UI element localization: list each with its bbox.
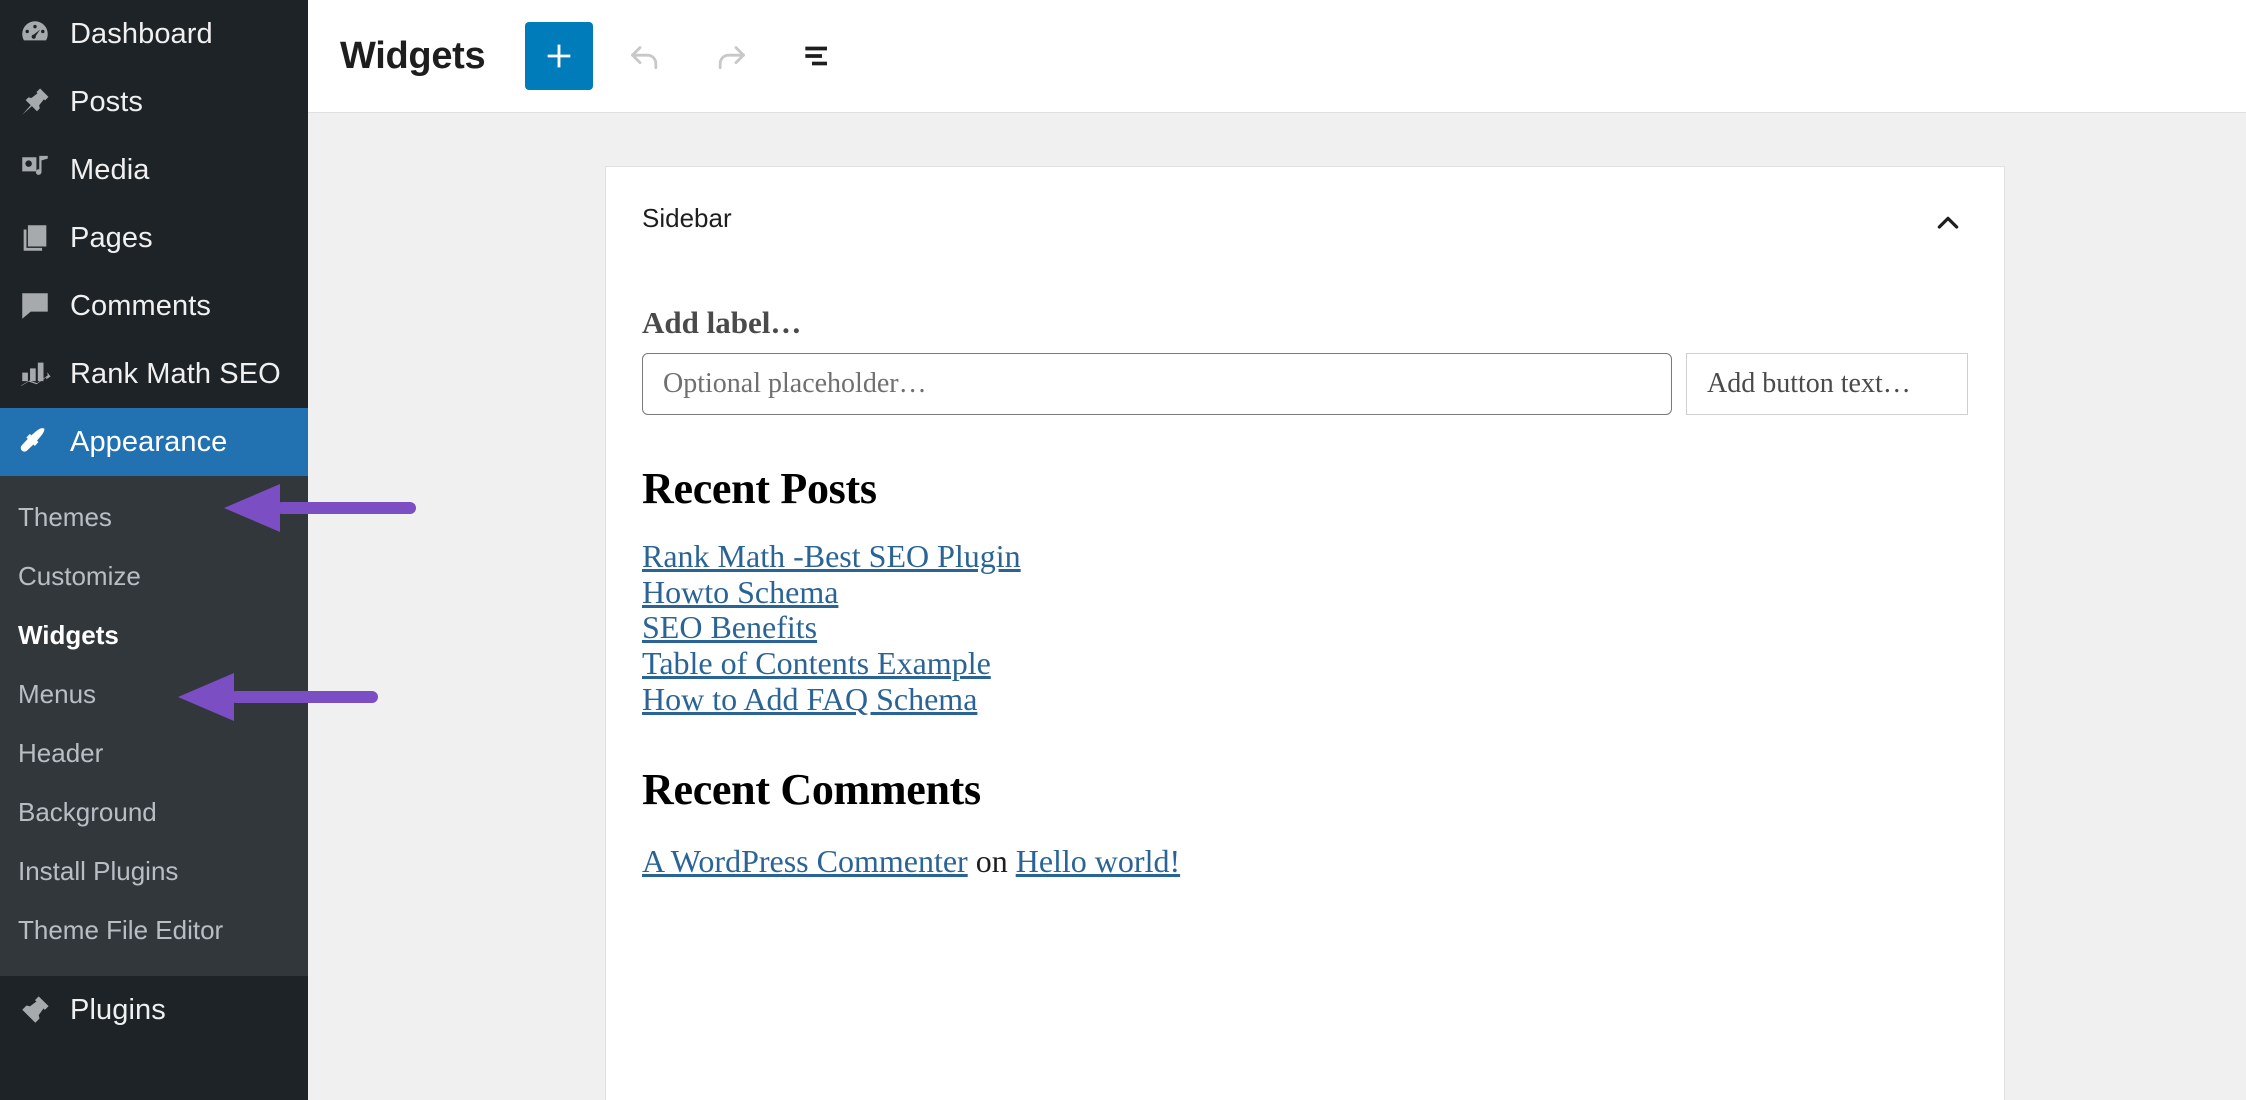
sidebar-item-plugins[interactable]: Plugins: [0, 976, 308, 1044]
sidebar-item-label: Posts: [70, 85, 144, 118]
list-view-button[interactable]: [783, 22, 851, 90]
widget-area-header: Sidebar: [606, 167, 2004, 246]
widget-area-sidebar: Sidebar Add label… Add button text…: [605, 166, 2005, 1100]
sidebar-item-label: Plugins: [70, 993, 166, 1026]
submenu-item-menus[interactable]: Menus: [0, 665, 308, 724]
submenu-item-header[interactable]: Header: [0, 724, 308, 783]
submenu-item-themes[interactable]: Themes: [0, 488, 308, 547]
sidebar-item-comments[interactable]: Comments: [0, 272, 308, 340]
admin-sidebar: Dashboard Posts Media Pages Comments Ran…: [0, 0, 308, 1100]
plug-icon: [18, 993, 70, 1027]
recent-posts-list: Rank Math -Best SEO Plugin Howto Schema …: [642, 538, 1968, 717]
search-block-label: Add label…: [642, 305, 802, 340]
dashboard-icon: [18, 17, 70, 51]
media-icon: [18, 153, 70, 187]
list-item: How to Add FAQ Schema: [642, 681, 1968, 717]
chart-growth-icon: [18, 357, 70, 391]
recent-post-link[interactable]: SEO Benefits: [642, 609, 817, 645]
editor-area: Widgets Sidebar Add label… Optional plac…: [308, 0, 2246, 1100]
undo-button[interactable]: [611, 22, 679, 90]
submenu-item-widgets[interactable]: Widgets: [0, 606, 308, 665]
sidebar-item-label: Dashboard: [70, 17, 213, 50]
sidebar-item-appearance[interactable]: Appearance: [0, 408, 308, 476]
sidebar-item-media[interactable]: Media: [0, 136, 308, 204]
list-item: SEO Benefits: [642, 611, 1968, 645]
recent-post-link[interactable]: Howto Schema: [642, 574, 838, 610]
submenu-item-background[interactable]: Background: [0, 783, 308, 842]
pages-icon: [18, 221, 70, 255]
page-title: Widgets: [340, 34, 486, 77]
pin-icon: [18, 85, 70, 119]
sidebar-item-pages[interactable]: Pages: [0, 204, 308, 272]
chevron-up-icon[interactable]: [1928, 203, 1968, 246]
submenu-item-install-plugins[interactable]: Install Plugins: [0, 842, 308, 901]
wordpress-admin-screen: Dashboard Posts Media Pages Comments Ran…: [0, 0, 2246, 1100]
list-item: Howto Schema: [642, 574, 1968, 610]
comment-author-link[interactable]: A WordPress Commenter: [642, 843, 968, 879]
appearance-submenu: Themes Customize Widgets Menus Header Ba…: [0, 476, 308, 976]
redo-button[interactable]: [697, 22, 765, 90]
widget-area-title: Sidebar: [642, 203, 732, 233]
submenu-item-theme-file-editor[interactable]: Theme File Editor: [0, 901, 308, 960]
list-item: Table of Contents Example: [642, 645, 1968, 681]
recent-comments-heading: Recent Comments: [642, 765, 981, 815]
recent-post-link[interactable]: Table of Contents Example: [642, 645, 991, 681]
add-block-button[interactable]: [525, 22, 594, 90]
sidebar-item-label: Comments: [70, 289, 211, 322]
search-block-row: Add button text…: [642, 353, 1968, 416]
sidebar-item-label: Rank Math SEO: [70, 357, 281, 390]
comment-bubble-icon: [18, 289, 70, 323]
sidebar-item-label: Media: [70, 153, 150, 186]
recent-comment-item: A WordPress Commenter on Hello world!: [642, 841, 1968, 883]
sidebar-item-label: Appearance: [70, 425, 228, 458]
paintbrush-icon: [18, 425, 70, 459]
list-item: Rank Math -Best SEO Plugin: [642, 538, 1968, 574]
widget-area-body: Add label… Add button text… Recent Posts…: [606, 246, 2004, 883]
sidebar-item-label: Pages: [70, 221, 153, 254]
search-button-text-input[interactable]: Add button text…: [1686, 353, 1968, 416]
search-input[interactable]: [642, 353, 1672, 416]
submenu-item-customize[interactable]: Customize: [0, 547, 308, 606]
editor-toolbar: Widgets: [308, 0, 2246, 113]
comment-separator: on: [975, 843, 1008, 880]
editor-canvas: Sidebar Add label… Add button text…: [308, 113, 2246, 1100]
search-block: Add label… Add button text…: [642, 304, 1968, 416]
recent-posts-heading: Recent Posts: [642, 464, 877, 514]
sidebar-item-rank-math-seo[interactable]: Rank Math SEO: [0, 340, 308, 408]
sidebar-item-posts[interactable]: Posts: [0, 68, 308, 136]
sidebar-item-dashboard[interactable]: Dashboard: [0, 0, 308, 68]
recent-post-link[interactable]: Rank Math -Best SEO Plugin: [642, 538, 1021, 574]
comment-post-link[interactable]: Hello world!: [1016, 843, 1180, 879]
recent-post-link[interactable]: How to Add FAQ Schema: [642, 681, 977, 717]
